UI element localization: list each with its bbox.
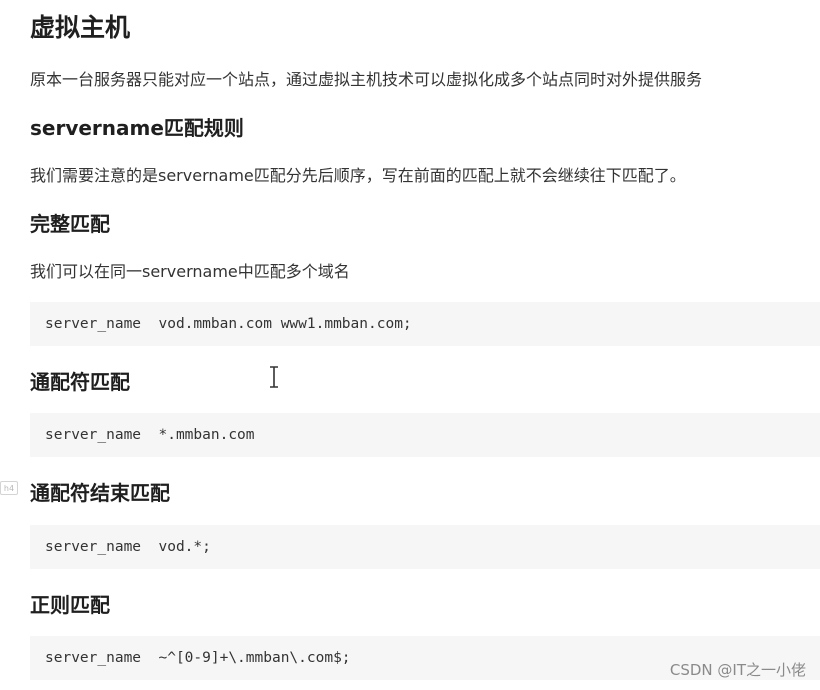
code-block-wildcard-match: server_name *.mmban.com	[30, 413, 820, 457]
servername-order-paragraph: 我们需要注意的是servername匹配分先后顺序，写在前面的匹配上就不会继续往…	[30, 166, 686, 185]
watermark: CSDN @IT之一小佬	[669, 661, 806, 679]
heading-level-icon[interactable]: h4	[0, 481, 18, 495]
intro-paragraph: 原本一台服务器只能对应一个站点，通过虚拟主机技术可以虚拟化成多个站点同时对外提供…	[30, 70, 703, 89]
code-block-wildcard-end-match: server_name vod.*;	[30, 525, 820, 569]
exact-match-paragraph: 我们可以在同一servername中匹配多个域名	[30, 262, 350, 281]
code-block-exact-match: server_name vod.mmban.com www1.mmban.com…	[30, 302, 820, 346]
heading-exact-match: 完整匹配	[30, 212, 110, 236]
text-cursor-icon	[270, 366, 278, 388]
page-title: 虚拟主机	[30, 13, 131, 42]
heading-wildcard-match: 通配符匹配	[30, 370, 130, 394]
heading-wildcard-end-match: 通配符结束匹配	[30, 481, 170, 505]
heading-servername-rules: servername匹配规则	[30, 116, 244, 140]
heading-regex-match: 正则匹配	[30, 593, 110, 617]
